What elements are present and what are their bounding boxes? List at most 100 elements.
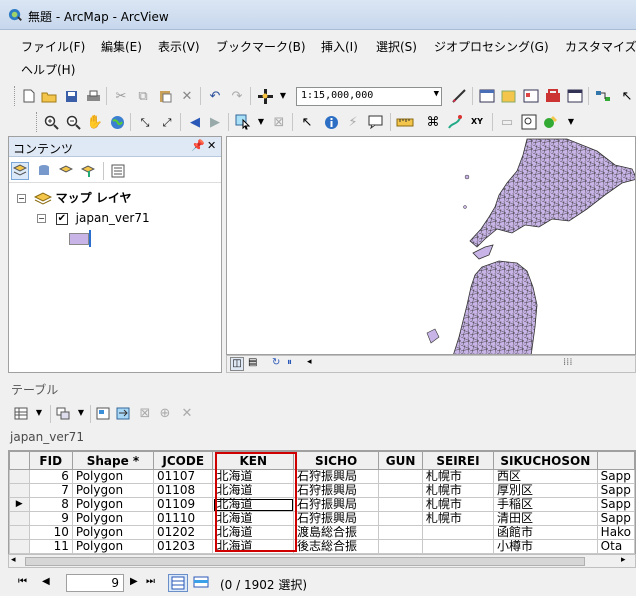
next-record-icon[interactable]: ▶ xyxy=(130,576,138,587)
pin-icon[interactable]: 📌 xyxy=(191,139,205,152)
column-header-ken[interactable]: KEN xyxy=(212,451,294,470)
list-by-visibility-icon[interactable] xyxy=(57,162,75,180)
undo-icon[interactable]: ↶ xyxy=(206,87,224,105)
find-binoculars-icon[interactable]: ⌘ xyxy=(424,113,442,131)
show-all-records-icon[interactable] xyxy=(168,574,188,592)
collapse-toggle[interactable]: − xyxy=(17,194,26,203)
scroll-thumb-grip[interactable]: ⁞⁞⁞ xyxy=(563,357,573,368)
model-builder-icon[interactable] xyxy=(594,87,612,105)
row-selector[interactable] xyxy=(9,511,30,526)
table-horizontal-scrollbar[interactable]: ◂ ▸ xyxy=(8,554,636,568)
menu-geoprocessing[interactable]: ジオプロセシング(G) xyxy=(434,38,549,55)
layer-symbol-swatch[interactable] xyxy=(69,233,89,245)
cell-extra[interactable]: Hako xyxy=(596,525,635,540)
redo-icon[interactable]: ↷ xyxy=(228,87,246,105)
cell-shape[interactable]: Polygon xyxy=(71,469,154,484)
arcgis-online-icon[interactable] xyxy=(542,113,560,131)
cell-sikuchoson[interactable]: 函館市 xyxy=(493,525,598,540)
column-header-extra[interactable] xyxy=(596,451,635,470)
zoom-in-icon[interactable] xyxy=(42,113,60,131)
cell-fid[interactable]: 8 xyxy=(28,497,73,512)
cell-shape[interactable]: Polygon xyxy=(71,511,154,526)
column-header-sicho[interactable]: SICHO xyxy=(292,451,380,470)
identify-icon[interactable] xyxy=(322,113,340,131)
cell-ken[interactable]: 北海道 xyxy=(212,469,294,484)
menu-file[interactable]: ファイル(F) xyxy=(21,38,85,55)
close-icon[interactable]: ✕ xyxy=(207,139,216,152)
select-by-attributes-icon[interactable] xyxy=(94,404,112,422)
paste-icon[interactable] xyxy=(156,87,174,105)
row-selector[interactable] xyxy=(9,525,30,540)
cell-fid[interactable]: 10 xyxy=(28,525,73,540)
cell-jcode[interactable]: 01203 xyxy=(152,539,214,554)
map-scale-combobox[interactable]: 1:15,000,000 ▼ xyxy=(296,87,442,106)
catalog-window-icon[interactable] xyxy=(500,87,518,105)
search-window-icon[interactable] xyxy=(522,87,540,105)
refresh-icon[interactable]: ↻ xyxy=(272,357,280,368)
cell-sicho[interactable]: 石狩振興局 xyxy=(292,497,380,512)
first-record-icon[interactable]: ⏮ xyxy=(18,576,27,587)
row-selector[interactable] xyxy=(9,483,30,498)
chevron-down-icon[interactable]: ▼ xyxy=(434,89,439,99)
forward-arrow-icon[interactable]: ▶ xyxy=(206,113,224,131)
pause-drawing-icon[interactable]: ⏸ xyxy=(287,357,292,368)
layer-visibility-checkbox[interactable]: ✔ xyxy=(55,212,68,225)
create-viewer-window-icon[interactable] xyxy=(520,113,538,131)
scrollbar-thumb[interactable] xyxy=(25,557,585,566)
related-tables-dropdown-icon[interactable]: ▼ xyxy=(72,404,90,422)
go-to-xy-icon[interactable]: XY xyxy=(468,113,486,131)
cell-sicho[interactable]: 石狩振興局 xyxy=(292,469,380,484)
menu-selection[interactable]: 選択(S) xyxy=(376,38,417,55)
cell-shape[interactable]: Polygon xyxy=(71,497,154,512)
time-slider-icon[interactable]: ▭ xyxy=(498,113,516,131)
cell-extra[interactable]: Ota xyxy=(596,539,635,554)
last-record-icon[interactable]: ⏭ xyxy=(146,576,155,587)
menu-bookmarks[interactable]: ブックマーク(B) xyxy=(216,38,306,55)
cell-ken[interactable]: 北海道 xyxy=(212,497,294,512)
list-by-source-icon[interactable] xyxy=(35,162,53,180)
show-selected-records-icon[interactable] xyxy=(192,574,210,593)
map-canvas[interactable] xyxy=(227,137,636,355)
zoom-to-selected-icon[interactable]: ⊕ xyxy=(156,404,174,422)
cell-fid[interactable]: 11 xyxy=(28,539,73,554)
copy-icon[interactable]: ⧉ xyxy=(134,87,152,105)
arctoolbox-icon[interactable] xyxy=(544,87,562,105)
cell-fid[interactable]: 7 xyxy=(28,483,73,498)
map-view[interactable] xyxy=(226,136,636,355)
cell-seirei[interactable]: 札幌市 xyxy=(421,483,495,498)
layer-node-japan[interactable]: − ✔ japan_ver71 xyxy=(37,211,150,225)
scroll-left-icon[interactable]: ◂ xyxy=(307,357,312,367)
fixed-zoom-out-icon[interactable]: ⤢ xyxy=(158,113,176,131)
cell-jcode[interactable]: 01110 xyxy=(152,511,214,526)
table-row[interactable]: 11 Polygon 01203 北海道 後志総合振 小樽市 Ota xyxy=(9,539,635,554)
cell-ken[interactable]: 北海道 xyxy=(212,539,294,554)
cell-extra[interactable]: Sapp xyxy=(596,483,635,498)
table-row[interactable]: 9 Polygon 01110 北海道 石狩振興局 札幌市 清田区 Sapp xyxy=(9,511,635,526)
cell-fid[interactable]: 6 xyxy=(28,469,73,484)
switch-selection-icon[interactable] xyxy=(114,404,132,422)
cell-jcode[interactable]: 01107 xyxy=(152,469,214,484)
cell-extra[interactable]: Sapp xyxy=(596,497,635,512)
table-of-contents-window-icon[interactable] xyxy=(478,87,496,105)
toolbar-grip[interactable] xyxy=(36,112,39,132)
list-by-selection-icon[interactable] xyxy=(79,162,97,180)
cell-seirei[interactable] xyxy=(421,539,495,554)
column-header-jcode[interactable]: JCODE xyxy=(152,451,214,470)
cell-seirei[interactable] xyxy=(421,525,495,540)
python-window-icon[interactable] xyxy=(566,87,584,105)
column-header-seirei[interactable]: SEIREI xyxy=(421,451,495,470)
cell-ken[interactable]: 北海道 xyxy=(212,483,294,498)
cell-jcode[interactable]: 01108 xyxy=(152,483,214,498)
column-header-shape[interactable]: Shape * xyxy=(71,451,154,470)
select-elements-arrow-icon[interactable]: ↖ xyxy=(298,113,316,131)
pan-hand-icon[interactable]: ✋ xyxy=(86,113,104,131)
current-record-field[interactable]: 9 xyxy=(66,574,124,592)
options-list-icon[interactable] xyxy=(109,162,127,180)
menu-view[interactable]: 表示(V) xyxy=(158,38,200,55)
cell-sicho[interactable]: 石狩振興局 xyxy=(292,483,380,498)
table-options-icon[interactable] xyxy=(12,404,30,422)
map-layers-node[interactable]: − マップ レイヤ xyxy=(17,189,131,206)
menu-customize[interactable]: カスタマイズ xyxy=(565,38,636,55)
data-view-icon[interactable]: ◫ xyxy=(230,357,244,371)
toolbar-options-dropdown-icon[interactable]: ▼ xyxy=(562,113,580,131)
